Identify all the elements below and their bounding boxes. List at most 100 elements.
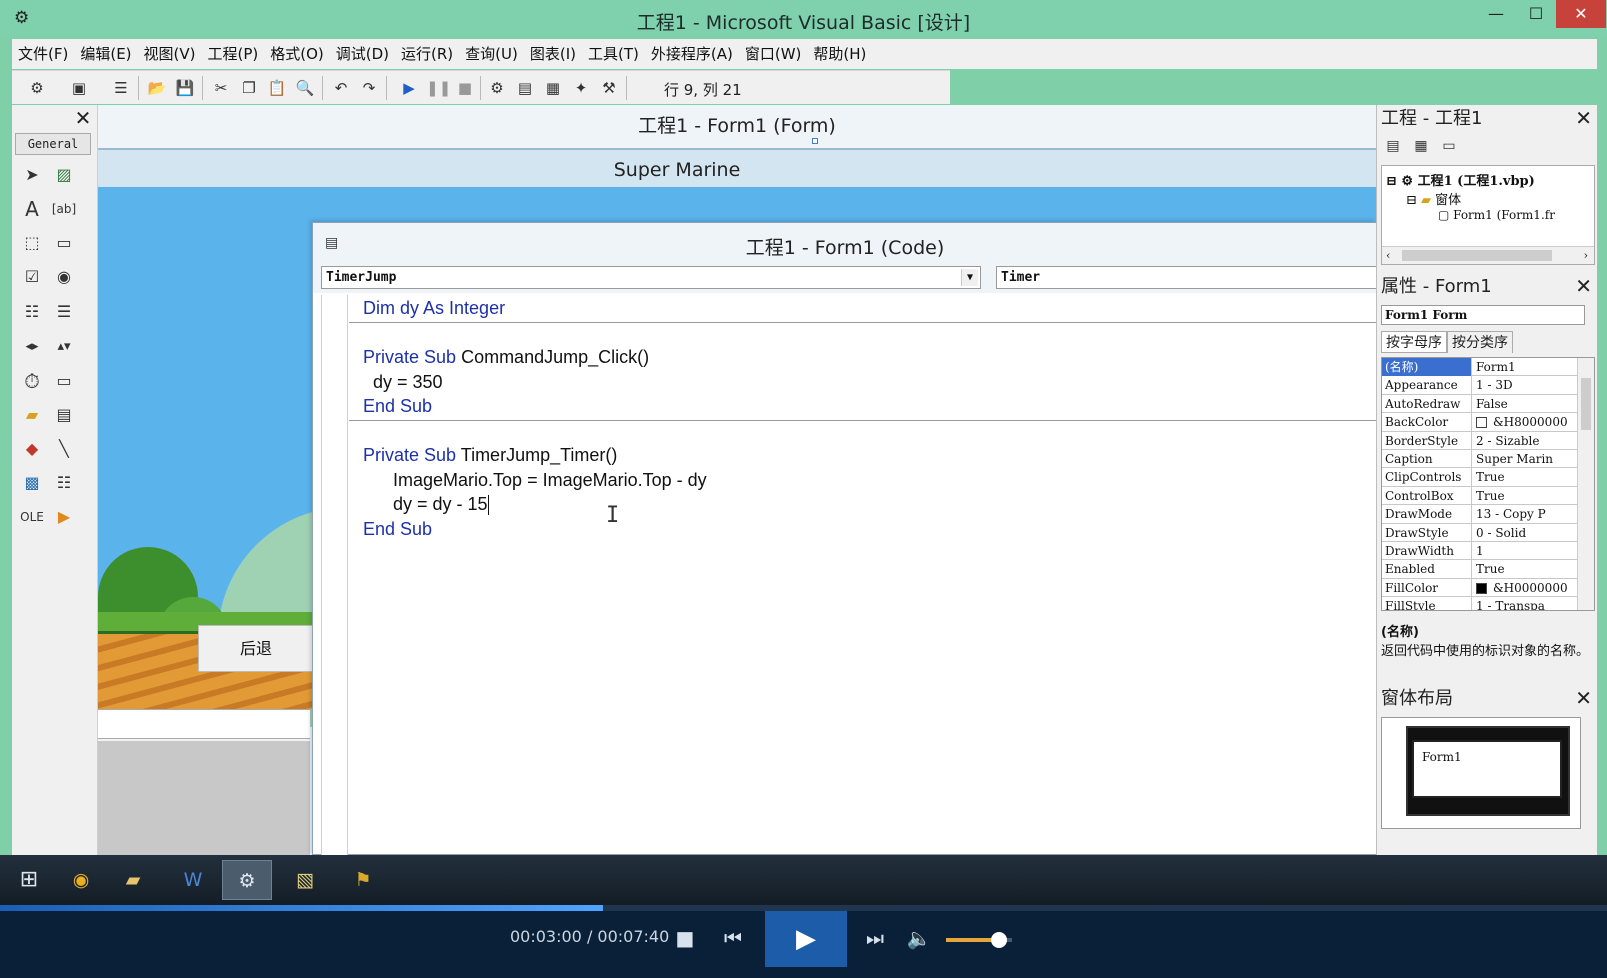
start-icon[interactable]: ▶ — [398, 77, 420, 99]
stop-icon[interactable]: ■ — [454, 77, 476, 99]
checkbox-tool-icon[interactable]: ☑ — [18, 263, 46, 291]
flag-icon[interactable]: ⚑ — [338, 860, 388, 900]
view-object-icon[interactable]: ▦ — [1409, 135, 1433, 157]
property-value[interactable]: True — [1473, 468, 1578, 486]
next-icon[interactable]: ⏭ — [858, 921, 892, 955]
toggle-folders-icon[interactable]: ▭ — [1437, 135, 1461, 157]
hscrollbar-tool-icon[interactable]: ◂▸ — [18, 333, 46, 361]
open-project-icon[interactable]: 📂 — [146, 77, 168, 99]
property-row[interactable]: Appearance 1 - 3D — [1382, 376, 1578, 395]
property-row[interactable]: DrawStyle 0 - Solid — [1382, 523, 1578, 542]
property-value[interactable]: Form1 — [1473, 358, 1578, 376]
minimize-button[interactable]: — — [1476, 0, 1516, 28]
property-row[interactable]: DrawWidth 1 — [1382, 542, 1578, 561]
scroll-left-icon[interactable]: ‹ — [1386, 249, 1390, 262]
listbox-tool-icon[interactable]: ☰ — [50, 298, 78, 326]
property-value[interactable]: &H0000000 — [1473, 579, 1578, 597]
toolbox-tab-general[interactable]: General — [15, 133, 91, 155]
close-button[interactable]: ✕ — [1556, 0, 1606, 28]
property-row[interactable]: FillColor &H0000000 — [1382, 578, 1578, 598]
menu-help[interactable]: 帮助(H) — [807, 39, 872, 69]
menu-file[interactable]: 文件(F) — [12, 39, 74, 69]
property-value[interactable]: &H8000000 — [1473, 413, 1578, 431]
media-tool-icon[interactable]: ▶ — [50, 503, 78, 531]
menu-view[interactable]: 视图(V) — [138, 39, 202, 69]
textbox-tool-icon[interactable]: [ab] — [50, 195, 78, 223]
menu-project[interactable]: 工程(P) — [202, 39, 265, 69]
tree-horizontal-scrollbar[interactable]: ‹ › — [1382, 246, 1594, 264]
properties-vertical-scrollbar[interactable] — [1577, 358, 1594, 610]
property-row[interactable]: BorderStyle 2 - Sizable — [1382, 431, 1578, 450]
menu-diagram[interactable]: 图表(I) — [524, 39, 582, 69]
find-icon[interactable]: 🔍 — [294, 77, 316, 99]
view-code-icon[interactable]: ▤ — [1381, 135, 1405, 157]
scroll-right-icon[interactable]: › — [1584, 249, 1588, 262]
file-explorer-icon[interactable]: ▰ — [108, 860, 158, 900]
code-editor[interactable]: Dim dy As Integer Private Sub CommandJum… — [349, 295, 1377, 856]
tree-item-forms-folder[interactable]: ⊟ ▰ 窗体 — [1406, 189, 1461, 208]
image-viewer-icon[interactable]: ▧ — [280, 860, 330, 900]
add-form-icon[interactable]: ▣ — [68, 77, 90, 99]
menu-run[interactable]: 运行(R) — [395, 39, 459, 69]
start-icon[interactable]: ⊞ — [4, 860, 54, 900]
line-tool-icon[interactable]: ╲ — [50, 435, 78, 463]
property-row[interactable]: BackColor &H8000000 — [1382, 413, 1578, 432]
label-tool-icon[interactable]: A — [18, 195, 46, 223]
property-value[interactable]: 13 - Copy P — [1473, 505, 1578, 523]
paste-icon[interactable]: 📋 — [266, 77, 288, 99]
menu-edit[interactable]: 编辑(E) — [74, 39, 137, 69]
object-browser-icon[interactable]: ✦ — [570, 77, 592, 99]
visual-basic-icon[interactable]: ⚙ — [222, 860, 272, 900]
copy-icon[interactable]: ❐ — [238, 77, 260, 99]
dirlistbox-tool-icon[interactable]: ▰ — [18, 401, 46, 429]
back-button[interactable]: 后退 — [198, 625, 314, 672]
property-value[interactable]: 1 - Transpa — [1473, 597, 1578, 610]
property-value[interactable]: 1 - 3D — [1473, 376, 1578, 394]
menu-format[interactable]: 格式(O) — [264, 39, 330, 69]
volume-icon[interactable]: 🔈 — [902, 921, 936, 955]
frame-tool-icon[interactable]: ⬚ — [18, 229, 46, 257]
drivelistbox-tool-icon[interactable]: ▭ — [50, 367, 78, 395]
property-row[interactable]: AutoRedraw False — [1382, 394, 1578, 414]
property-row[interactable]: Enabled True — [1382, 560, 1578, 579]
picturebox-tool-icon[interactable]: ▨ — [50, 161, 78, 189]
property-value[interactable]: 0 - Solid — [1473, 524, 1578, 542]
filelistbox-tool-icon[interactable]: ▤ — [50, 401, 78, 429]
combobox-tool-icon[interactable]: ☷ — [18, 298, 46, 326]
chrome-icon[interactable]: ◉ — [56, 860, 106, 900]
optionbutton-tool-icon[interactable]: ◉ — [50, 263, 78, 291]
form-layout-icon[interactable]: ▦ — [542, 77, 564, 99]
property-row[interactable]: DrawMode 13 - Copy P — [1382, 505, 1578, 524]
property-row[interactable]: ClipControls True — [1382, 468, 1578, 487]
chevron-down-icon[interactable]: ▼ — [961, 269, 978, 286]
property-row[interactable]: (名称) Form1 — [1382, 358, 1578, 377]
property-value[interactable]: 2 - Sizable — [1473, 432, 1578, 450]
tree-item-project[interactable]: ⊟ ⚙ 工程1 (工程1.vbp) — [1386, 170, 1535, 189]
property-value[interactable]: Super Marin — [1473, 450, 1578, 468]
shape-tool-icon[interactable]: ◆ — [18, 435, 46, 463]
toolbox-icon[interactable]: ⚒ — [598, 77, 620, 99]
object-combo[interactable]: TimerJump ▼ — [321, 266, 981, 289]
timer-tool-icon[interactable]: ⏱ — [18, 367, 46, 395]
properties-window-icon[interactable]: ▤ — [514, 77, 536, 99]
property-value[interactable]: True — [1473, 487, 1578, 505]
form-layout-preview[interactable]: Form1 — [1412, 740, 1562, 798]
menu-window[interactable]: 窗口(W) — [739, 39, 808, 69]
close-icon[interactable]: ✕ — [1575, 273, 1592, 300]
property-value[interactable]: False — [1473, 395, 1578, 413]
undo-icon[interactable]: ↶ — [330, 77, 352, 99]
data-tool-icon[interactable]: ☷ — [50, 469, 78, 497]
word-icon[interactable]: W — [168, 860, 218, 900]
tree-item-form1[interactable]: ▢ Form1 (Form1.fr — [1438, 208, 1555, 222]
play-icon[interactable]: ▶ — [765, 911, 847, 967]
vscrollbar-tool-icon[interactable]: ▴▾ — [50, 333, 78, 361]
menu-query[interactable]: 查询(U) — [459, 39, 524, 69]
project-explorer-icon[interactable]: ⚙ — [486, 77, 508, 99]
menu-editor-icon[interactable]: ☰ — [110, 77, 132, 99]
property-row[interactable]: ControlBox True — [1382, 486, 1578, 506]
menu-debug[interactable]: 调试(D) — [330, 39, 395, 69]
properties-object-combo[interactable]: Form1 Form — [1381, 305, 1585, 325]
toolbox-close-icon[interactable]: ✕ — [72, 107, 94, 129]
close-icon[interactable]: ✕ — [1575, 685, 1592, 712]
break-icon[interactable]: ❚❚ — [426, 77, 451, 99]
